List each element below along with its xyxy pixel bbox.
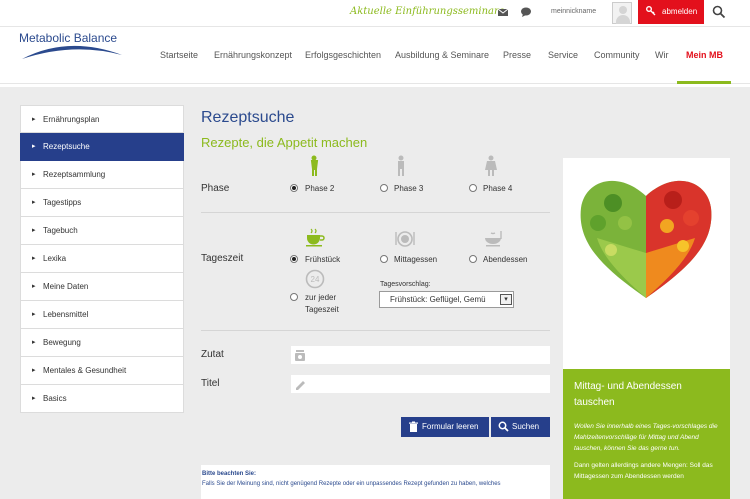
phase-4-option[interactable]: Phase 4 (483, 184, 512, 193)
breakfast-cup-icon (306, 228, 325, 247)
any-time-option[interactable]: zur jeder (305, 293, 336, 302)
chevron-right-icon: ▸ (32, 395, 36, 402)
chevron-right-icon: ▸ (32, 227, 36, 234)
svg-text:24: 24 (311, 275, 320, 284)
seminar-promo-link[interactable]: Aktuelle Einführungsseminare (350, 6, 505, 17)
any-time-radio[interactable] (290, 293, 298, 301)
mail-icon[interactable] (497, 6, 509, 18)
abendessen-option[interactable]: Abendessen (483, 255, 527, 264)
fruehstueck-radio[interactable] (290, 255, 298, 263)
nav-wir[interactable]: Wir (655, 50, 669, 60)
chat-icon[interactable] (520, 6, 532, 18)
swap-meals-promo: Mittag- und Abendessen tauschen Wollen S… (563, 369, 730, 499)
fruehstueck-option[interactable]: Frühstück (305, 255, 340, 264)
promo-text: Wollen Sie innerhalb eines Tages-vorschl… (574, 423, 718, 452)
note-text: Falls Sie der Meinung sind, nicht genüge… (202, 481, 501, 487)
sidebar-item-basics[interactable]: ▸ Basics (20, 385, 184, 413)
logout-button[interactable]: abmelden (638, 0, 704, 24)
sidebar-item-rezeptsammlung[interactable]: ▸ Rezeptsammlung (20, 161, 184, 189)
nav-service[interactable]: Service (548, 50, 578, 60)
top-bar: Aktuelle Einführungsseminare meinnicknam… (0, 0, 750, 26)
titel-label: Titel (201, 378, 220, 389)
page-subtitle: Rezepte, die Appetit machen (201, 135, 368, 150)
phase-3-option[interactable]: Phase 3 (394, 184, 423, 193)
clear-form-button[interactable]: Formular leeren (401, 417, 489, 437)
phase-4-figure-icon (485, 155, 497, 176)
tageszeit-label: Tageszeit (201, 253, 244, 264)
recipe-search-form: Rezeptsuche Rezepte, die Appetit machen … (201, 105, 550, 499)
sidebar-item-mentales-gesundheit[interactable]: ▸ Mentales & Gesundheit (20, 357, 184, 385)
avatar-icon[interactable] (612, 2, 632, 24)
nav-community[interactable]: Community (594, 50, 640, 60)
sidebar-item-ernaehrungsplan[interactable]: ▸ Ernährungsplan (20, 105, 184, 133)
phase-2-option[interactable]: Phase 2 (305, 184, 334, 193)
logo-text[interactable]: Metabolic Balance (19, 31, 117, 45)
chevron-right-icon: ▸ (32, 171, 36, 178)
trash-icon (409, 421, 418, 432)
dinner-bowl-icon (485, 231, 502, 247)
phase-3-radio[interactable] (380, 184, 388, 192)
sidebar-item-bewegung[interactable]: ▸ Bewegung (20, 329, 184, 357)
search-icon (498, 421, 509, 432)
mittagessen-option[interactable]: Mittagessen (394, 255, 437, 264)
chevron-right-icon: ▸ (32, 143, 36, 150)
clock-24-icon: 24 (305, 269, 325, 289)
vegetable-heart-icon (580, 180, 712, 298)
nav-erfolgsgeschichten[interactable]: Erfolgsgeschichten (305, 50, 381, 60)
abendessen-radio[interactable] (469, 255, 477, 263)
search-icon[interactable] (712, 5, 726, 19)
nickname-link[interactable]: meinnickname (551, 8, 596, 15)
promo-text-2: Dann gelten allerdings andere Mengen: So… (574, 462, 713, 480)
chevron-right-icon: ▸ (32, 116, 36, 123)
key-icon (646, 6, 656, 16)
chevron-right-icon: ▸ (32, 255, 36, 262)
sidebar-item-rezeptsuche[interactable]: ▸ Rezeptsuche (20, 133, 184, 161)
sidebar: ▸ Ernährungsplan ▸ Rezeptsuche ▸ Rezeptsamm… (20, 105, 184, 413)
search-button[interactable]: Suchen (491, 417, 550, 437)
nav-presse[interactable]: Presse (503, 50, 531, 60)
sidebar-item-meine-daten[interactable]: ▸ Meine Daten (20, 273, 184, 301)
chevron-right-icon: ▸ (32, 199, 36, 206)
sidebar-item-tagestipps[interactable]: ▸ Tagestipps (20, 189, 184, 217)
chevron-right-icon: ▸ (32, 311, 36, 318)
titel-input[interactable] (291, 375, 550, 393)
page-title: Rezeptsuche (201, 109, 295, 126)
chevron-right-icon: ▸ (32, 367, 36, 374)
note-box: Bitte beachten Sie: Falls Sie der Meinun… (201, 465, 550, 499)
mittagessen-radio[interactable] (380, 255, 388, 263)
day-suggestion-select[interactable]: Frühstück: Geflügel, Gemü ▾ (379, 291, 514, 308)
divider (201, 330, 550, 331)
sidebar-item-lebensmittel[interactable]: ▸ Lebensmittel (20, 301, 184, 329)
logout-label: abmelden (662, 7, 698, 16)
phase-2-radio[interactable] (290, 184, 298, 192)
chevron-down-icon: ▾ (500, 294, 512, 305)
phase-label: Phase (201, 183, 230, 194)
scale-icon (295, 350, 305, 361)
nav-startseite[interactable]: Startseite (160, 50, 198, 60)
vegetable-heart-image (563, 158, 730, 369)
any-time-option-line2: Tageszeit (305, 305, 339, 314)
chevron-right-icon: ▸ (32, 283, 36, 290)
phase-4-radio[interactable] (469, 184, 477, 192)
nav-mein-mb[interactable]: Mein MB (686, 50, 723, 60)
nav-ausbildung-seminare[interactable]: Ausbildung & Seminare (395, 50, 489, 60)
nav-ernaehrungskonzept[interactable]: Ernährungskonzept (214, 50, 292, 60)
phase-2-figure-icon (310, 155, 319, 176)
note-heading: Bitte beachten Sie: (202, 471, 257, 477)
zutat-label: Zutat (201, 349, 224, 360)
chevron-right-icon: ▸ (32, 339, 36, 346)
active-nav-indicator (677, 81, 731, 84)
zutat-input[interactable] (291, 346, 550, 364)
phase-3-figure-icon (398, 155, 404, 176)
promo-title: Mittag- und Abendessen tauschen (574, 381, 682, 408)
divider (201, 212, 550, 213)
suggestion-hint: Tagesvorschlag: (380, 281, 431, 288)
pen-icon (296, 381, 305, 390)
sidebar-item-tagebuch[interactable]: ▸ Tagebuch (20, 217, 184, 245)
sidebar-item-lexika[interactable]: ▸ Lexika (20, 245, 184, 273)
lunch-plate-icon (395, 231, 415, 247)
